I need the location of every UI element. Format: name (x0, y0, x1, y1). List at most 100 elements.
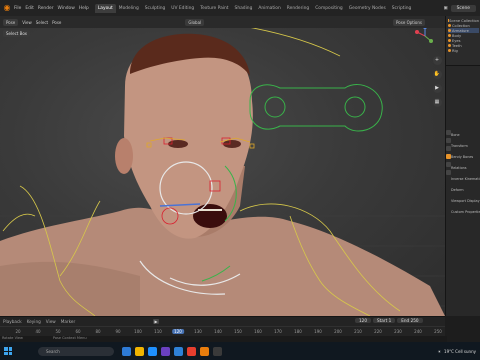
orientation-dropdown[interactable]: Global (185, 18, 205, 26)
end-frame-field[interactable]: End 250 (397, 318, 423, 323)
prop-section[interactable]: Inverse Kinematics (451, 174, 480, 185)
tab-shading[interactable]: Shading (232, 4, 256, 13)
tab-animation[interactable]: Animation (255, 4, 283, 13)
select-box-tool[interactable]: Select Box (3, 29, 31, 37)
menu-render[interactable]: Render (38, 6, 54, 11)
timeline-tick: 210 (354, 329, 362, 334)
zoom-icon[interactable]: + (432, 56, 442, 65)
timeline-tick: 40 (35, 329, 41, 334)
camera-icon[interactable]: ▶ (432, 84, 442, 93)
prop-section[interactable]: Deform (451, 185, 480, 196)
taskbar-app-icon[interactable] (213, 346, 222, 356)
pan-hand-icon[interactable]: ✋ (432, 70, 442, 79)
timeline-tick: 150 (234, 329, 242, 334)
tab-scripting[interactable]: Scripting (389, 4, 415, 13)
playback-menu[interactable]: Playback (3, 319, 22, 324)
taskbar-app-icon[interactable] (200, 346, 209, 356)
timeline-tick: 20 (15, 329, 21, 334)
taskbar-app-icon[interactable] (148, 346, 157, 356)
pose-options-button[interactable]: Pose Options (393, 18, 425, 26)
timeline-tick: 80 (95, 329, 101, 334)
scene-icon: ▣ (443, 5, 448, 11)
timeline-tick: 200 (334, 329, 342, 334)
timeline-tick: 230 (394, 329, 402, 334)
timeline-tick: 100 (134, 329, 142, 334)
timeline-tick: 130 (194, 329, 202, 334)
timeline-tick: 250 (434, 329, 442, 334)
timeline-tick: 170 (274, 329, 282, 334)
menu-window[interactable]: Window (58, 6, 75, 11)
tab-uv-editing[interactable]: UV Editing (168, 4, 197, 13)
windows-taskbar: Search ☀ 19°C Cell sunny (0, 342, 480, 360)
timeline-tick: 220 (374, 329, 382, 334)
current-frame-field[interactable]: 120 (355, 318, 371, 323)
blender-logo-icon[interactable]: ◉ (2, 3, 12, 13)
mode-selector[interactable]: Pose (3, 18, 19, 26)
weather-text[interactable]: 19°C Cell sunny (444, 349, 476, 354)
taskbar-app-icon[interactable] (122, 346, 131, 356)
taskbar-app-icon[interactable] (187, 346, 196, 356)
top-menu-bar: ◉ File Edit Render Window Help Layout Mo… (0, 0, 480, 16)
viewport-nav-buttons: + ✋ ▶ ▦ (431, 56, 443, 107)
workspace-tabs: Layout Modeling Sculpting UV Editing Tex… (94, 3, 415, 13)
grid-icon[interactable]: ▦ (432, 98, 442, 107)
timeline-tick: 180 (294, 329, 302, 334)
start-frame-field[interactable]: Start 1 (373, 318, 396, 323)
frame-range: 120 Start 1 End 250 (355, 318, 423, 323)
prop-section[interactable]: Viewport Display (451, 196, 480, 207)
timeline-controls: Playback Keying View Marker ▶ 120 Start … (0, 317, 445, 326)
character-ear (115, 138, 133, 174)
scene-name-field[interactable]: Scene (450, 4, 476, 12)
character-mouth (193, 204, 227, 228)
scene-selector: ▣ Scene (443, 4, 480, 12)
menu-edit[interactable]: Edit (25, 6, 34, 11)
tab-modeling[interactable]: Modeling (116, 4, 142, 13)
taskbar-apps (122, 346, 222, 356)
play-button[interactable]: ▶ (153, 319, 159, 324)
taskbar-app-icon[interactable] (135, 346, 144, 356)
timeline-tick: 90 (115, 329, 121, 334)
properties-editor: Bone Transform Bendy Bones Relations Inv… (446, 126, 480, 218)
taskbar-app-icon[interactable] (174, 346, 183, 356)
tab-compositing[interactable]: Compositing (312, 4, 346, 13)
timeline-tick: 120 (172, 329, 184, 334)
taskbar-app-icon[interactable] (161, 346, 170, 356)
timeline-tick: 140 (214, 329, 222, 334)
taskbar-search[interactable]: Search (38, 346, 114, 356)
select-menu[interactable]: Select (36, 20, 48, 25)
3d-viewport[interactable]: Pose View Select Pose Global Pose Option… (0, 16, 445, 316)
system-tray: ☀ 19°C Cell sunny (437, 349, 480, 354)
outliner-row[interactable]: Rig (448, 48, 479, 53)
viewport-scene (0, 17, 445, 316)
tab-geometry-nodes[interactable]: Geometry Nodes (346, 4, 389, 13)
tab-layout[interactable]: Layout (94, 3, 116, 13)
view-menu-timeline[interactable]: View (46, 319, 56, 324)
menu-file[interactable]: File (14, 6, 21, 11)
prop-section[interactable]: Bendy Bones (451, 152, 480, 163)
viewport-header: Pose View Select Pose Global Pose Option… (0, 16, 445, 28)
prop-section[interactable]: Transform (451, 141, 480, 152)
outliner: Scene Collection Collection Armature Bod… (446, 16, 480, 66)
timeline-tick: 60 (75, 329, 81, 334)
marker-menu[interactable]: Marker (61, 319, 75, 324)
tab-rendering[interactable]: Rendering (284, 4, 312, 13)
pose-menu[interactable]: Pose (52, 20, 61, 25)
timeline-tick: 190 (314, 329, 322, 334)
prop-section[interactable]: Custom Properties (451, 207, 480, 218)
timeline-tick: 50 (55, 329, 61, 334)
keying-menu[interactable]: Keying (27, 319, 41, 324)
weather-icon: ☀ (437, 348, 442, 354)
tool-header: Select Box (0, 28, 445, 38)
prop-section[interactable]: Relations (451, 163, 480, 174)
tab-sculpting[interactable]: Sculpting (142, 4, 169, 13)
properties-list: Bone Transform Bendy Bones Relations Inv… (451, 126, 480, 218)
view-menu[interactable]: View (22, 20, 32, 25)
tab-texture-paint[interactable]: Texture Paint (197, 4, 231, 13)
menu-help[interactable]: Help (79, 6, 89, 11)
outliner-row[interactable]: Scene Collection (448, 18, 479, 23)
timeline-tick: 110 (154, 329, 162, 334)
right-panel: Scene Collection Collection Armature Bod… (445, 16, 480, 316)
timeline-tick: 160 (254, 329, 262, 334)
prop-section[interactable]: Bone (451, 130, 480, 141)
windows-start-icon[interactable] (4, 347, 12, 355)
